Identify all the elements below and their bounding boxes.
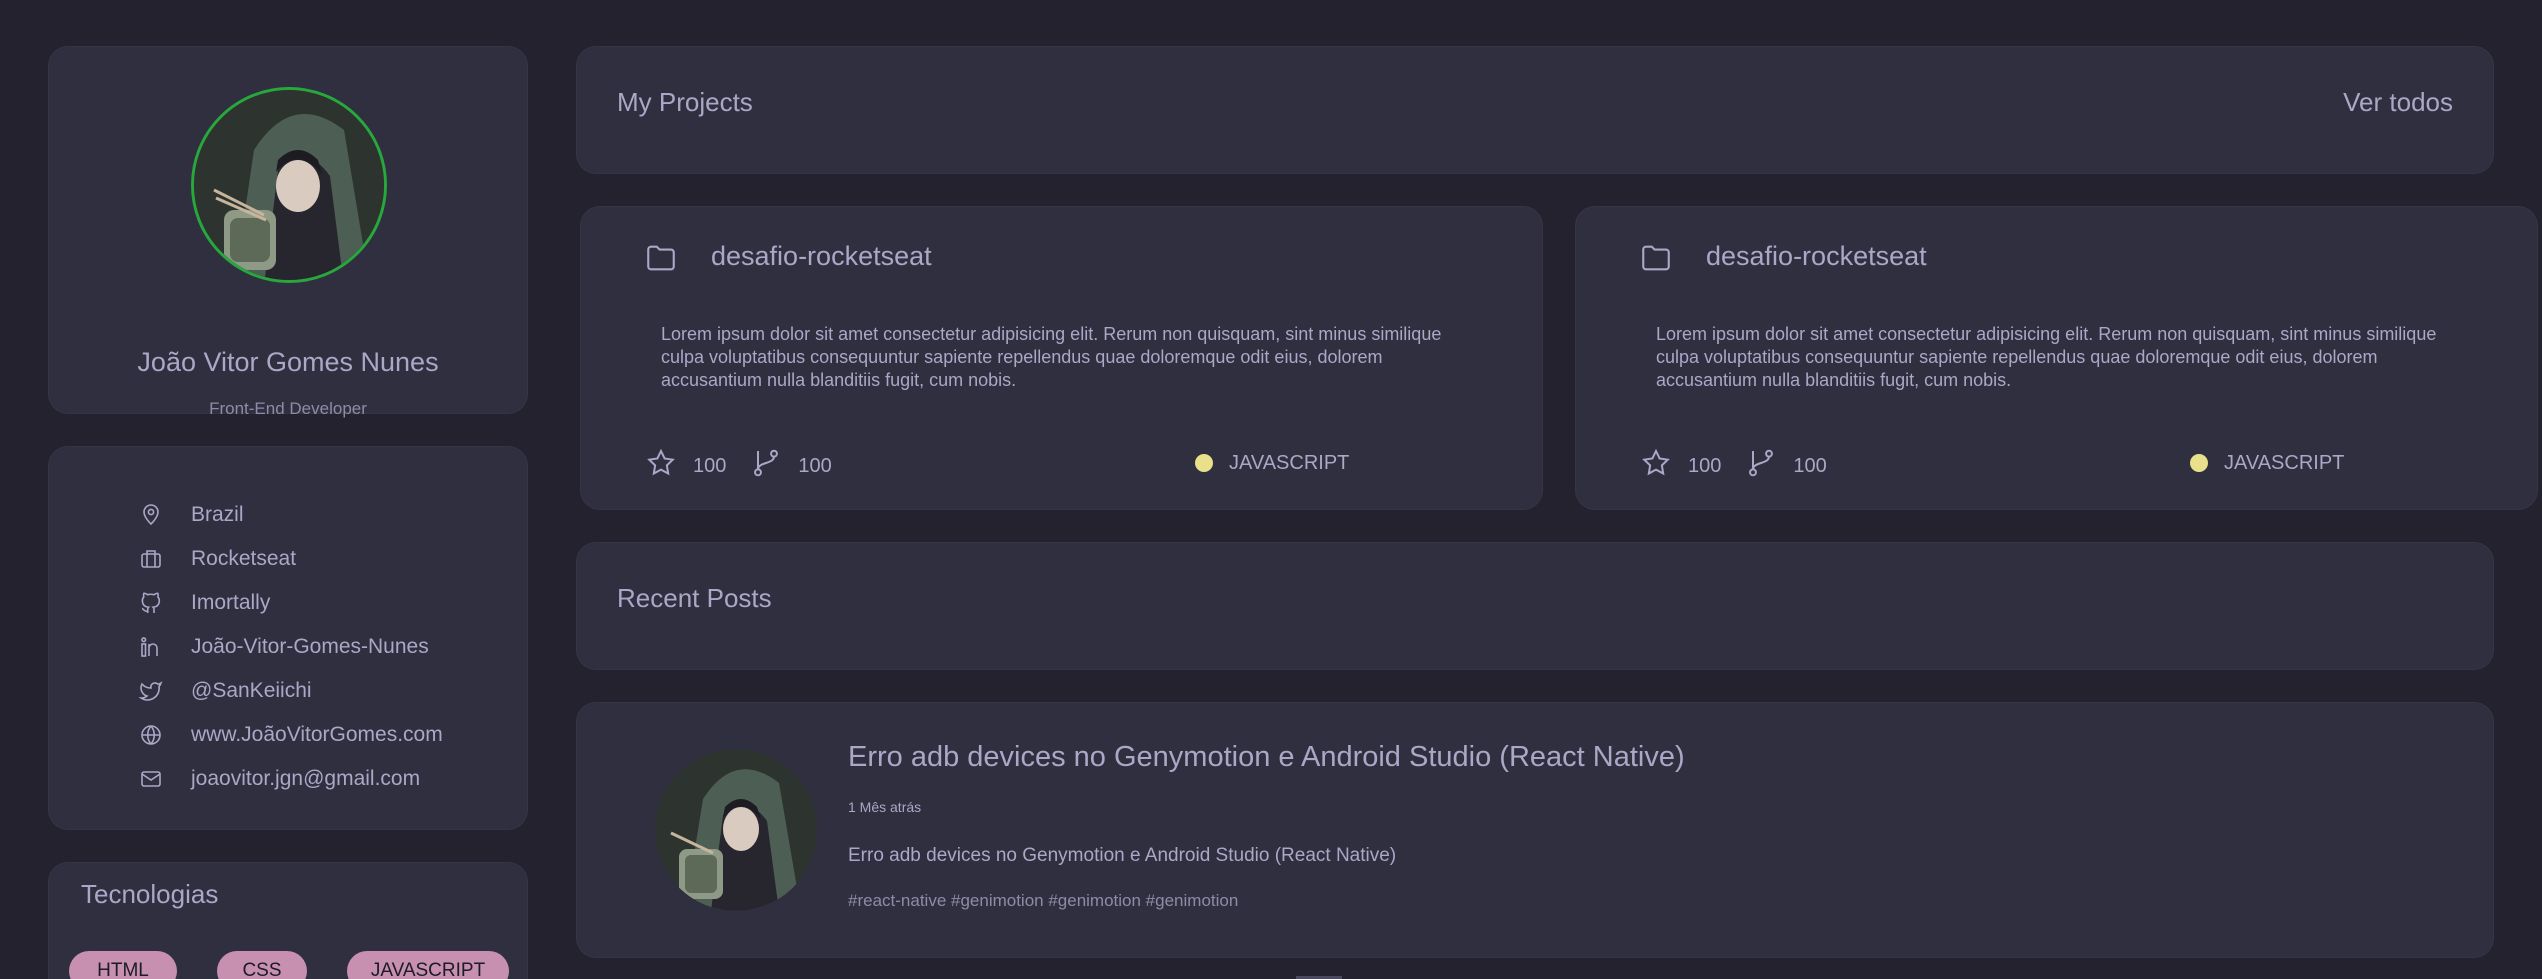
my-projects-title: My Projects <box>617 87 753 117</box>
tech-title: Tecnologias <box>81 879 219 909</box>
briefcase-icon <box>139 547 163 571</box>
folder-icon <box>644 241 678 275</box>
info-item-twitter[interactable]: @SanKeiichi <box>139 669 443 713</box>
twitter-icon <box>139 679 163 703</box>
language-label: JAVASCRIPT <box>1229 451 1350 474</box>
info-item-company: Rocketseat <box>139 537 443 581</box>
page: João Vitor Gomes Nunes Front-End Develop… <box>0 0 2542 979</box>
see-all-link[interactable]: Ver todos <box>2343 87 2453 118</box>
project-card[interactable]: desafio-rocketseat Lorem ipsum dolor sit… <box>580 206 1543 510</box>
project-stats: 100 100 <box>645 447 856 485</box>
my-projects-header: My Projects Ver todos <box>576 46 2494 174</box>
post-tags: #react-native #genimotion #genimotion #g… <box>848 891 1239 910</box>
linkedin-icon <box>139 635 163 659</box>
github-icon <box>139 591 163 615</box>
info-item-website[interactable]: www.JoãoVitorGomes.com <box>139 713 443 757</box>
info-item-github[interactable]: Imortally <box>139 581 443 625</box>
info-label-linkedin: João-Vitor-Gomes-Nunes <box>191 635 429 658</box>
tech-tag-css: CSS <box>217 951 307 979</box>
language-dot <box>2190 454 2208 472</box>
project-language: JAVASCRIPT <box>1195 447 1349 479</box>
language-label: JAVASCRIPT <box>2224 451 2345 474</box>
avatar-image <box>194 90 384 280</box>
fork-count: 100 <box>1793 454 1827 477</box>
post-thumbnail-image <box>655 749 817 911</box>
star-icon <box>1640 447 1672 485</box>
avatar <box>191 87 387 283</box>
project-title[interactable]: desafio-rocketseat <box>1706 241 1927 272</box>
info-label-email: joaovitor.jgn@gmail.com <box>191 767 421 790</box>
tech-card: Tecnologias HTML CSS JAVASCRIPT <box>48 862 528 979</box>
folder-icon <box>1639 241 1673 275</box>
info-label-website: www.JoãoVitorGomes.com <box>191 723 443 746</box>
recent-posts-header: Recent Posts <box>576 542 2494 670</box>
tech-tag-html: HTML <box>69 951 177 979</box>
info-list: Brazil Rocketseat Imortally João-Vitor-G… <box>139 493 443 801</box>
fork-icon <box>750 447 782 485</box>
recent-posts-title: Recent Posts <box>617 583 772 613</box>
project-card[interactable]: desafio-rocketseat Lorem ipsum dolor sit… <box>1575 206 2538 510</box>
project-title[interactable]: desafio-rocketseat <box>711 241 932 272</box>
info-label-github: Imortally <box>191 591 271 614</box>
post-excerpt: Erro adb devices no Genymotion e Android… <box>848 845 1397 866</box>
info-label-twitter: @SanKeiichi <box>191 679 312 702</box>
language-dot <box>1195 454 1213 472</box>
fork-icon <box>1745 447 1777 485</box>
project-stats: 100 100 <box>1640 447 1851 485</box>
fork-count: 100 <box>798 454 832 477</box>
post-thumbnail <box>655 749 817 911</box>
info-card: Brazil Rocketseat Imortally João-Vitor-G… <box>48 446 528 830</box>
profile-name: João Vitor Gomes Nunes <box>137 347 439 377</box>
project-description: Lorem ipsum dolor sit amet consectetur a… <box>1656 324 2437 390</box>
info-label-company: Rocketseat <box>191 547 297 570</box>
profile-card: João Vitor Gomes Nunes Front-End Develop… <box>48 46 528 418</box>
info-label-location: Brazil <box>191 503 244 526</box>
profile-role: Front-End Developer <box>209 399 367 418</box>
star-icon <box>645 447 677 485</box>
mail-icon <box>139 767 163 791</box>
project-description: Lorem ipsum dolor sit amet consectetur a… <box>661 324 1442 390</box>
info-item-linkedin[interactable]: João-Vitor-Gomes-Nunes <box>139 625 443 669</box>
location-pin-icon <box>139 503 163 527</box>
post-title[interactable]: Erro adb devices no Genymotion e Android… <box>848 741 1685 774</box>
tech-tag-javascript: JAVASCRIPT <box>347 951 509 979</box>
globe-icon <box>139 723 163 747</box>
info-item-location: Brazil <box>139 493 443 537</box>
star-count: 100 <box>693 454 727 477</box>
info-item-email[interactable]: joaovitor.jgn@gmail.com <box>139 757 443 801</box>
post-date: 1 Mês atrás <box>848 799 922 815</box>
post-card[interactable]: Erro adb devices no Genymotion e Android… <box>576 702 2494 958</box>
star-count: 100 <box>1688 454 1722 477</box>
project-language: JAVASCRIPT <box>2190 447 2344 479</box>
